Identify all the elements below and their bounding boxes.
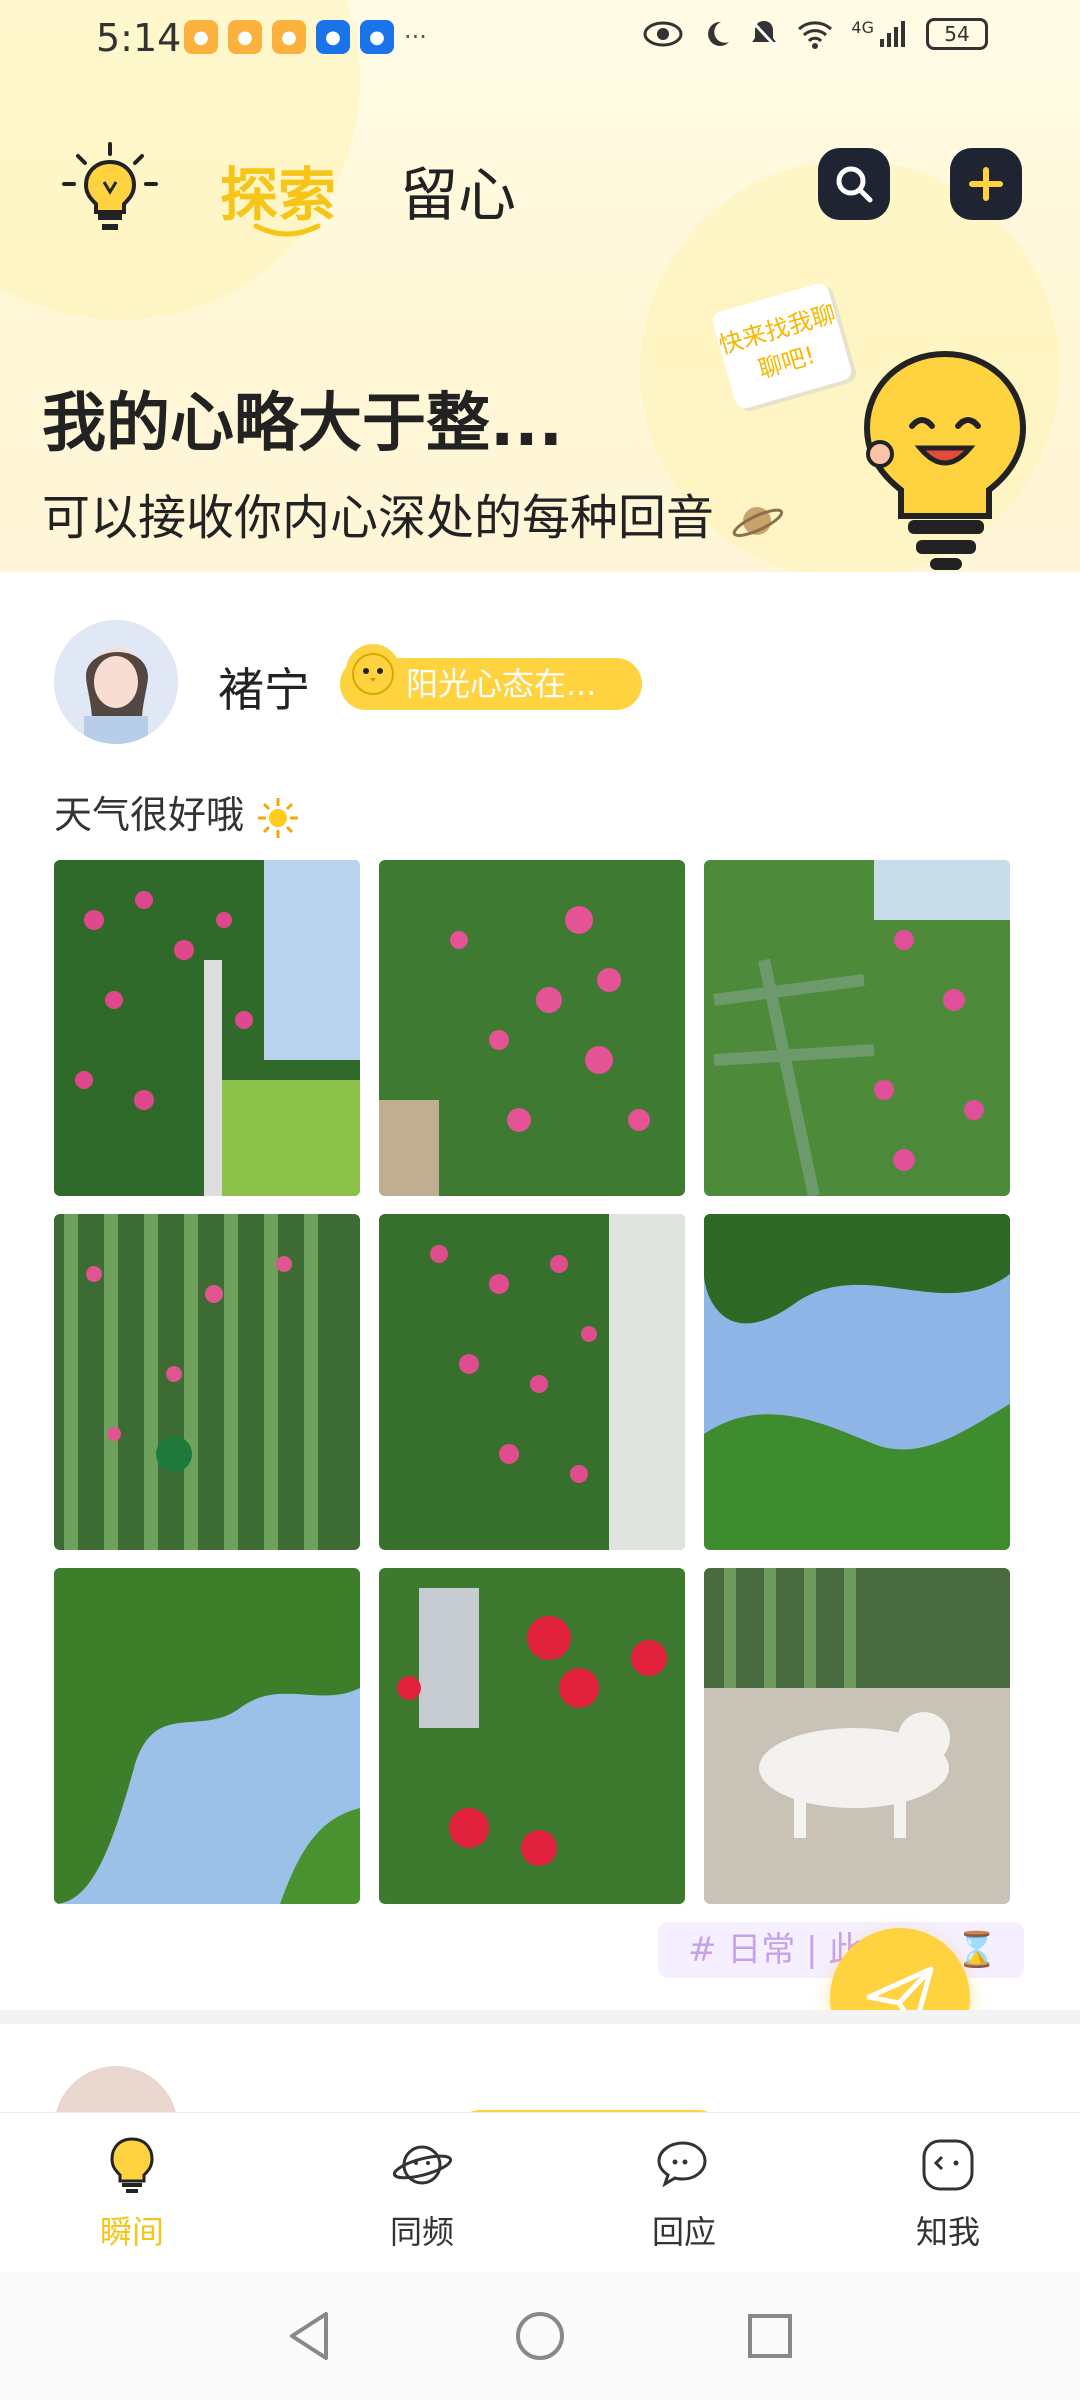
header-hero: 5:14 ● ● ● ● ● ··· 4G 54 探索 留心 我的心略大于整..… [0, 0, 1080, 572]
hero-title: 我的心略大于整... [42, 387, 563, 461]
active-tab-indicator [253, 223, 321, 237]
hero-subtitle: 可以接收你内心深处的每种回音 [42, 478, 785, 549]
hero-subtitle-text: 可以接收你内心深处的每种回音 [42, 490, 715, 546]
avatar[interactable] [54, 2066, 178, 2112]
nav-about-me[interactable]: 知我 [868, 2135, 1028, 2253]
add-button[interactable] [950, 148, 1022, 220]
mood-text: 阳光心态在... [406, 665, 597, 703]
chick-icon [346, 644, 400, 698]
zhihu-icon: ● [316, 20, 350, 54]
wifi-icon [798, 21, 833, 49]
weibo-icon: ● [184, 20, 218, 54]
avatar-image [54, 620, 178, 744]
photo-red-flowers[interactable] [379, 1568, 685, 1904]
app-screen: 5:14 ● ● ● ● ● ··· 4G 54 探索 留心 我的心略大于整..… [0, 0, 1080, 2400]
photo-white-cat[interactable] [704, 1568, 1010, 1904]
search-button[interactable] [818, 148, 890, 220]
more-notifications-icon: ··· [404, 23, 427, 51]
photo-rose-fence[interactable] [704, 860, 1010, 1196]
zhihu-icon: ● [360, 20, 394, 54]
photo-grid [54, 860, 1010, 1904]
avatar[interactable] [54, 620, 178, 744]
photo-rose-bush[interactable] [379, 860, 685, 1196]
chat-bubbles-icon [657, 2141, 707, 2188]
recents-icon[interactable] [746, 2312, 794, 2360]
search-icon [836, 166, 873, 203]
tab-explore[interactable]: 探索 [220, 148, 336, 232]
post-divider [0, 2010, 1080, 2024]
nav-label: 同频 [389, 2213, 454, 2251]
photo-rose-arch[interactable] [54, 860, 360, 1196]
system-nav-bar [0, 2272, 1080, 2400]
face-icon [922, 2139, 974, 2191]
notification-icons: ● ● ● ● ● ··· [184, 20, 427, 54]
post-card[interactable]: 褚宁 阳光心态在... 天气很好哦 # 日常 | 此 ⌛ [0, 572, 1080, 2012]
sun-emoji-icon [258, 797, 299, 838]
network-type: 4G [851, 17, 874, 37]
post-username[interactable]: 褚宁 [218, 654, 310, 720]
plus-icon [969, 167, 1003, 201]
status-bar: 5:14 ● ● ● ● ● ··· 4G 54 [0, 0, 1080, 80]
photo-rose-wall[interactable] [379, 1214, 685, 1550]
home-icon[interactable] [514, 2310, 566, 2362]
bell-off-icon [751, 19, 778, 49]
post-text-content: 天气很好哦 [54, 793, 245, 837]
status-right: 4G 54 [643, 18, 988, 50]
bulb-logo-icon [62, 142, 158, 230]
weibo-icon: ● [228, 20, 262, 54]
planet-emoji-icon [732, 507, 784, 538]
nav-moments[interactable]: 瞬间 [52, 2135, 212, 2253]
bottom-nav: 瞬间 同频 回应 知我 [0, 2112, 1080, 2272]
status-time: 5:14 [96, 16, 182, 60]
post-text: 天气很好哦 [54, 784, 300, 840]
signal-icon [880, 21, 905, 47]
battery-indicator: 54 [926, 18, 988, 50]
top-nav: 探索 留心 [0, 130, 1080, 240]
photo-green-fence-roses[interactable] [54, 1214, 360, 1550]
nav-label: 知我 [915, 2213, 980, 2251]
nav-responses[interactable]: 回应 [604, 2135, 764, 2253]
do-not-disturb-icon [708, 21, 730, 46]
tab-attention[interactable]: 留心 [400, 148, 516, 232]
photo-tree-sky[interactable] [704, 1214, 1010, 1550]
nav-label: 回应 [651, 2213, 716, 2251]
next-post-preview[interactable] [0, 2024, 1080, 2112]
topic-tag-text: # 日常 | 此 [688, 1930, 863, 1970]
eye-icon [643, 21, 683, 47]
planet-icon [392, 2145, 453, 2185]
bulb-icon [110, 2137, 154, 2193]
bulb-mascot-icon [863, 350, 1027, 570]
weibo-icon: ● [272, 20, 306, 54]
nav-same-frequency[interactable]: 同频 [342, 2135, 502, 2253]
back-icon[interactable] [286, 2310, 334, 2362]
nav-label: 瞬间 [99, 2213, 164, 2251]
photo-tree-canopy[interactable] [54, 1568, 360, 1904]
